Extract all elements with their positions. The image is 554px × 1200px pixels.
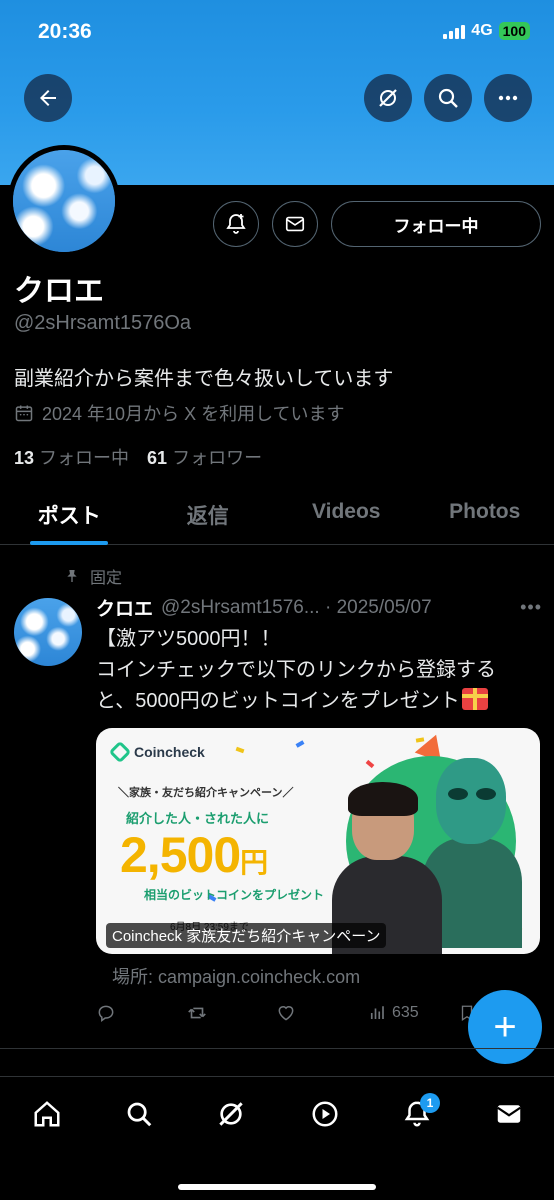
- nav-messages[interactable]: [486, 1091, 532, 1137]
- arrow-left-icon: [40, 90, 56, 106]
- message-button[interactable]: [272, 201, 318, 247]
- more-icon: [498, 95, 518, 101]
- post-author-name[interactable]: クロエ: [96, 594, 153, 621]
- search-icon: [127, 1102, 152, 1127]
- like-button[interactable]: [276, 1003, 296, 1023]
- signal-icon: [443, 23, 466, 39]
- grok-icon: [219, 1102, 243, 1126]
- battery-icon: 100: [498, 22, 530, 40]
- post-text-line: コインチェックで以下のリンクから登録する: [96, 659, 496, 681]
- post-actions: 635: [96, 1000, 476, 1026]
- follow-counts: 13 フォロー中 61 フォロワー: [14, 444, 262, 470]
- heart-icon: [278, 1006, 294, 1021]
- tab-posts[interactable]: ポスト: [0, 490, 139, 545]
- plus-icon: +: [493, 1004, 517, 1049]
- network-label: 4G: [471, 22, 493, 39]
- views-count: 635: [392, 1004, 419, 1021]
- display-name: クロエ: [14, 275, 104, 308]
- followers-count: 61: [147, 448, 168, 468]
- nav-search[interactable]: [116, 1091, 162, 1137]
- coincheck-logo: Coincheck: [108, 740, 205, 764]
- grok-icon: [379, 89, 397, 107]
- post-more-icon[interactable]: •••: [520, 597, 542, 618]
- reply-icon: [98, 1005, 114, 1022]
- reply-button[interactable]: [96, 1003, 116, 1023]
- followers-label: フォロワー: [172, 448, 263, 468]
- back-button[interactable]: [24, 74, 72, 122]
- joined-date: 2024 年10月から X を利用しています: [14, 400, 345, 426]
- calendar-icon: [15, 405, 33, 422]
- more-button[interactable]: [484, 74, 532, 122]
- notify-button[interactable]: [213, 201, 259, 247]
- nav-notifications[interactable]: 1: [394, 1091, 440, 1137]
- nav-video[interactable]: [302, 1091, 348, 1137]
- bell-plus-icon: [226, 214, 246, 234]
- campaign-amount: 2,500円: [120, 827, 268, 883]
- views-icon: [370, 1006, 384, 1019]
- views-button[interactable]: 635: [368, 1004, 419, 1022]
- campaign-bottom-text: 相当のビットコインをプレゼント: [144, 888, 325, 902]
- pinned-indicator: 固定: [64, 564, 122, 588]
- search-button[interactable]: [424, 74, 472, 122]
- post-text-line: と、5000円のビットコインをプレゼント: [96, 686, 546, 717]
- status-bar: 20:36 4G 100: [0, 0, 554, 70]
- notification-badge: 1: [420, 1093, 440, 1113]
- repost-icon: [188, 1007, 206, 1019]
- tab-photos[interactable]: Photos: [416, 490, 554, 544]
- pin-icon: [67, 570, 77, 582]
- bottom-nav: 1: [0, 1076, 554, 1200]
- following-button[interactable]: フォロー中: [331, 201, 541, 247]
- gift-icon: [461, 688, 488, 710]
- post-text-line: 【激アツ5000円！！: [96, 628, 281, 650]
- joined-text: 2024 年10月から X を利用しています: [42, 404, 345, 424]
- repost-button[interactable]: [186, 1002, 208, 1024]
- pinned-label: 固定: [90, 570, 123, 587]
- card-caption: Coincheck 家族友だち紹介キャンペーン: [106, 923, 387, 948]
- link-card[interactable]: Coincheck ＼家族・友だち紹介キャンペーン／ 紹介した人・された人に 2…: [96, 728, 540, 954]
- campaign-subtitle: ＼家族・友だち紹介キャンペーン／: [118, 787, 294, 799]
- followers-link[interactable]: 61 フォロワー: [147, 444, 262, 470]
- envelope-icon: [285, 216, 305, 232]
- profile-avatar[interactable]: [8, 145, 120, 257]
- nav-grok[interactable]: [208, 1091, 254, 1137]
- play-icon: [312, 1101, 338, 1127]
- card-source[interactable]: 場所: campaign.coincheck.com: [112, 963, 360, 989]
- following-label: フォロー中: [39, 448, 130, 468]
- profile-bio: 副業紹介から案件まで色々扱いしています: [14, 368, 394, 390]
- post-header: クロエ @2sHrsamt1576... · 2025/05/07 •••: [96, 594, 542, 621]
- status-time: 20:36: [38, 20, 92, 43]
- post-divider: [0, 1048, 554, 1049]
- compose-button[interactable]: +: [468, 990, 542, 1064]
- following-link[interactable]: 13 フォロー中: [14, 444, 129, 470]
- profile-handle: @2sHrsamt1576Oa: [14, 312, 192, 334]
- profile-tabs: ポスト 返信 Videos Photos: [0, 490, 554, 545]
- post-handle-date: @2sHrsamt1576... · 2025/05/07: [161, 596, 432, 618]
- home-icon: [34, 1101, 60, 1127]
- grok-button[interactable]: [364, 74, 412, 122]
- post-text: 【激アツ5000円！！ コインチェックで以下のリンクから登録する と、5000円…: [96, 624, 546, 717]
- status-indicators: 4G 100: [443, 22, 530, 40]
- following-count: 13: [14, 448, 35, 468]
- search-icon: [438, 88, 458, 108]
- nav-home[interactable]: [24, 1091, 70, 1137]
- envelope-icon: [497, 1105, 521, 1123]
- post-avatar[interactable]: [14, 598, 82, 666]
- campaign-line: 紹介した人・された人に: [126, 811, 270, 826]
- home-indicator: [178, 1184, 376, 1190]
- tab-videos[interactable]: Videos: [277, 490, 416, 544]
- tab-replies[interactable]: 返信: [139, 490, 278, 544]
